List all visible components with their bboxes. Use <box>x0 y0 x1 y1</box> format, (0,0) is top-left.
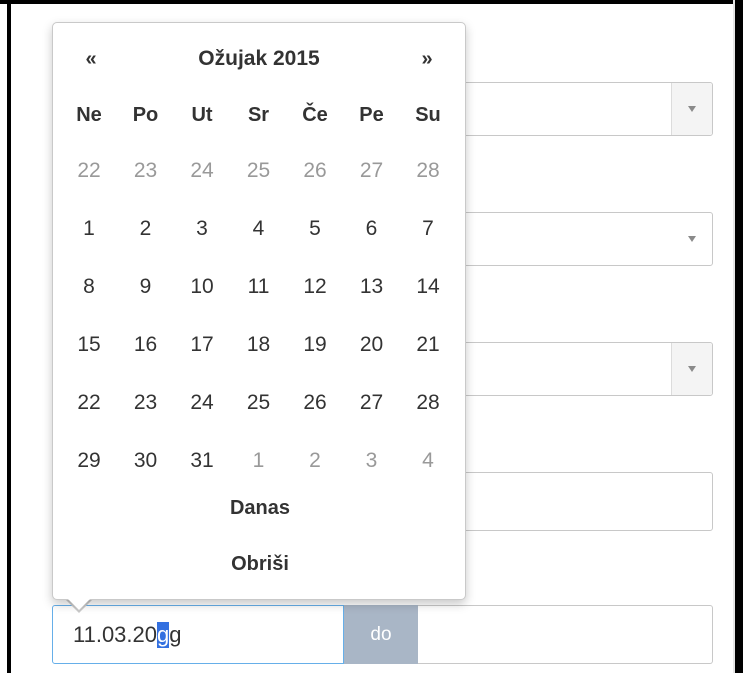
weekday-label: Če <box>302 104 328 126</box>
window-frame-top <box>0 0 743 4</box>
calendar-day[interactable]: 25 <box>231 381 287 425</box>
calendar-day[interactable]: 8 <box>61 265 117 309</box>
select-1-toggle[interactable] <box>671 83 712 135</box>
calendar-week-row: 29 30 31 1 2 3 4 <box>61 439 461 497</box>
calendar-day[interactable]: 22 <box>61 381 117 425</box>
select-2-toggle[interactable] <box>672 213 712 265</box>
calendar-day[interactable]: 30 <box>118 439 174 483</box>
select-3-toggle[interactable] <box>671 343 712 395</box>
window-frame-left <box>7 0 11 673</box>
calendar-day[interactable]: 24 <box>174 149 230 193</box>
calendar-day[interactable]: 29 <box>61 439 117 483</box>
calendar-week-row: 22 23 24 25 26 27 28 <box>61 381 461 439</box>
datepicker-pointer-fill <box>68 599 90 610</box>
calendar-day[interactable]: 2 <box>118 207 174 251</box>
weekday-label: Po <box>132 104 159 126</box>
today-button[interactable]: Danas <box>53 490 467 526</box>
calendar-day[interactable]: 1 <box>231 439 287 483</box>
calendar-day[interactable]: 25 <box>231 149 287 193</box>
weekday-label: Su <box>415 104 441 126</box>
chevron-down-icon <box>688 366 696 372</box>
calendar-days-grid: 22 23 24 25 26 27 28 1 2 3 4 5 6 7 8 9 10 11 12 13 14 15 16 17 1… <box>61 149 461 497</box>
weekday-label: Ut <box>191 104 213 126</box>
calendar-day[interactable]: 3 <box>344 439 400 483</box>
month-year-title[interactable]: Ožujak 2015 <box>109 41 409 77</box>
weekday-label: Pe <box>359 104 384 126</box>
calendar-day[interactable]: 21 <box>400 323 456 367</box>
calendar-day[interactable]: 28 <box>400 381 456 425</box>
window-frame-right <box>735 0 743 673</box>
calendar-day[interactable]: 16 <box>118 323 174 367</box>
calendar-day[interactable]: 2 <box>287 439 343 483</box>
calendar-day[interactable]: 26 <box>287 381 343 425</box>
calendar-day[interactable]: 23 <box>118 381 174 425</box>
calendar-day[interactable]: 1 <box>61 207 117 251</box>
calendar-week-row: 1234567 <box>61 207 461 265</box>
calendar-day[interactable]: 31 <box>174 439 230 483</box>
calendar-day[interactable]: 13 <box>344 265 400 309</box>
calendar-day[interactable]: 7 <box>400 207 456 251</box>
calendar-day[interactable]: 6 <box>344 207 400 251</box>
date-from-input[interactable]: 11.03.20 g g <box>52 605 344 664</box>
weekday-label: Sr <box>247 104 270 126</box>
calendar-day[interactable]: 5 <box>287 207 343 251</box>
calendar-day[interactable]: 28 <box>400 149 456 193</box>
calendar-day[interactable]: 24 <box>174 381 230 425</box>
calendar-day[interactable]: 11 <box>231 265 287 309</box>
date-from-text-end: g <box>169 621 182 647</box>
calendar-day[interactable]: 18 <box>231 323 287 367</box>
date-range-separator: do <box>344 605 418 664</box>
calendar-week-row: 8 9 10 11 12 13 14 <box>61 265 461 323</box>
calendar-day[interactable]: 4 <box>400 439 456 483</box>
calendar-day[interactable]: 20 <box>344 323 400 367</box>
chevron-down-icon <box>688 106 696 112</box>
chevron-down-icon <box>688 236 696 242</box>
date-from-text: 11.03.20 <box>73 621 158 647</box>
date-to-input[interactable] <box>418 605 713 664</box>
weekday-header-row: Ne Po Ut Sr Če Pe Su <box>61 98 461 132</box>
datepicker-popup: « Ožujak 2015 » Ne Po Ut Sr Če Pe Su 22 23 24 25 2… <box>52 22 466 600</box>
calendar-day[interactable]: 17 <box>174 323 230 367</box>
clear-button[interactable]: Obriši <box>53 546 467 582</box>
calendar-day[interactable]: 3 <box>174 207 230 251</box>
calendar-day[interactable]: 14 <box>400 265 456 309</box>
calendar-day[interactable]: 23 <box>118 149 174 193</box>
calendar-day[interactable]: 27 <box>344 381 400 425</box>
calendar-week-row: 22 23 24 25 26 27 28 <box>61 149 461 207</box>
next-month-button[interactable]: » <box>409 41 445 77</box>
calendar-day[interactable]: 4 <box>231 207 287 251</box>
calendar-day[interactable]: 26 <box>287 149 343 193</box>
calendar-day[interactable]: 10 <box>174 265 230 309</box>
weekday-label: Ne <box>76 104 102 126</box>
calendar-day[interactable]: 12 <box>287 265 343 309</box>
calendar-day[interactable]: 19 <box>287 323 343 367</box>
calendar-day[interactable]: 9 <box>118 265 174 309</box>
datepicker-header: « Ožujak 2015 » <box>53 41 465 77</box>
prev-month-button[interactable]: « <box>73 41 109 77</box>
date-from-selected-text: g <box>157 621 170 648</box>
calendar-day[interactable]: 22 <box>61 149 117 193</box>
calendar-day[interactable]: 15 <box>61 323 117 367</box>
calendar-day[interactable]: 27 <box>344 149 400 193</box>
calendar-week-row: 15 16 17 18 19 20 21 <box>61 323 461 381</box>
